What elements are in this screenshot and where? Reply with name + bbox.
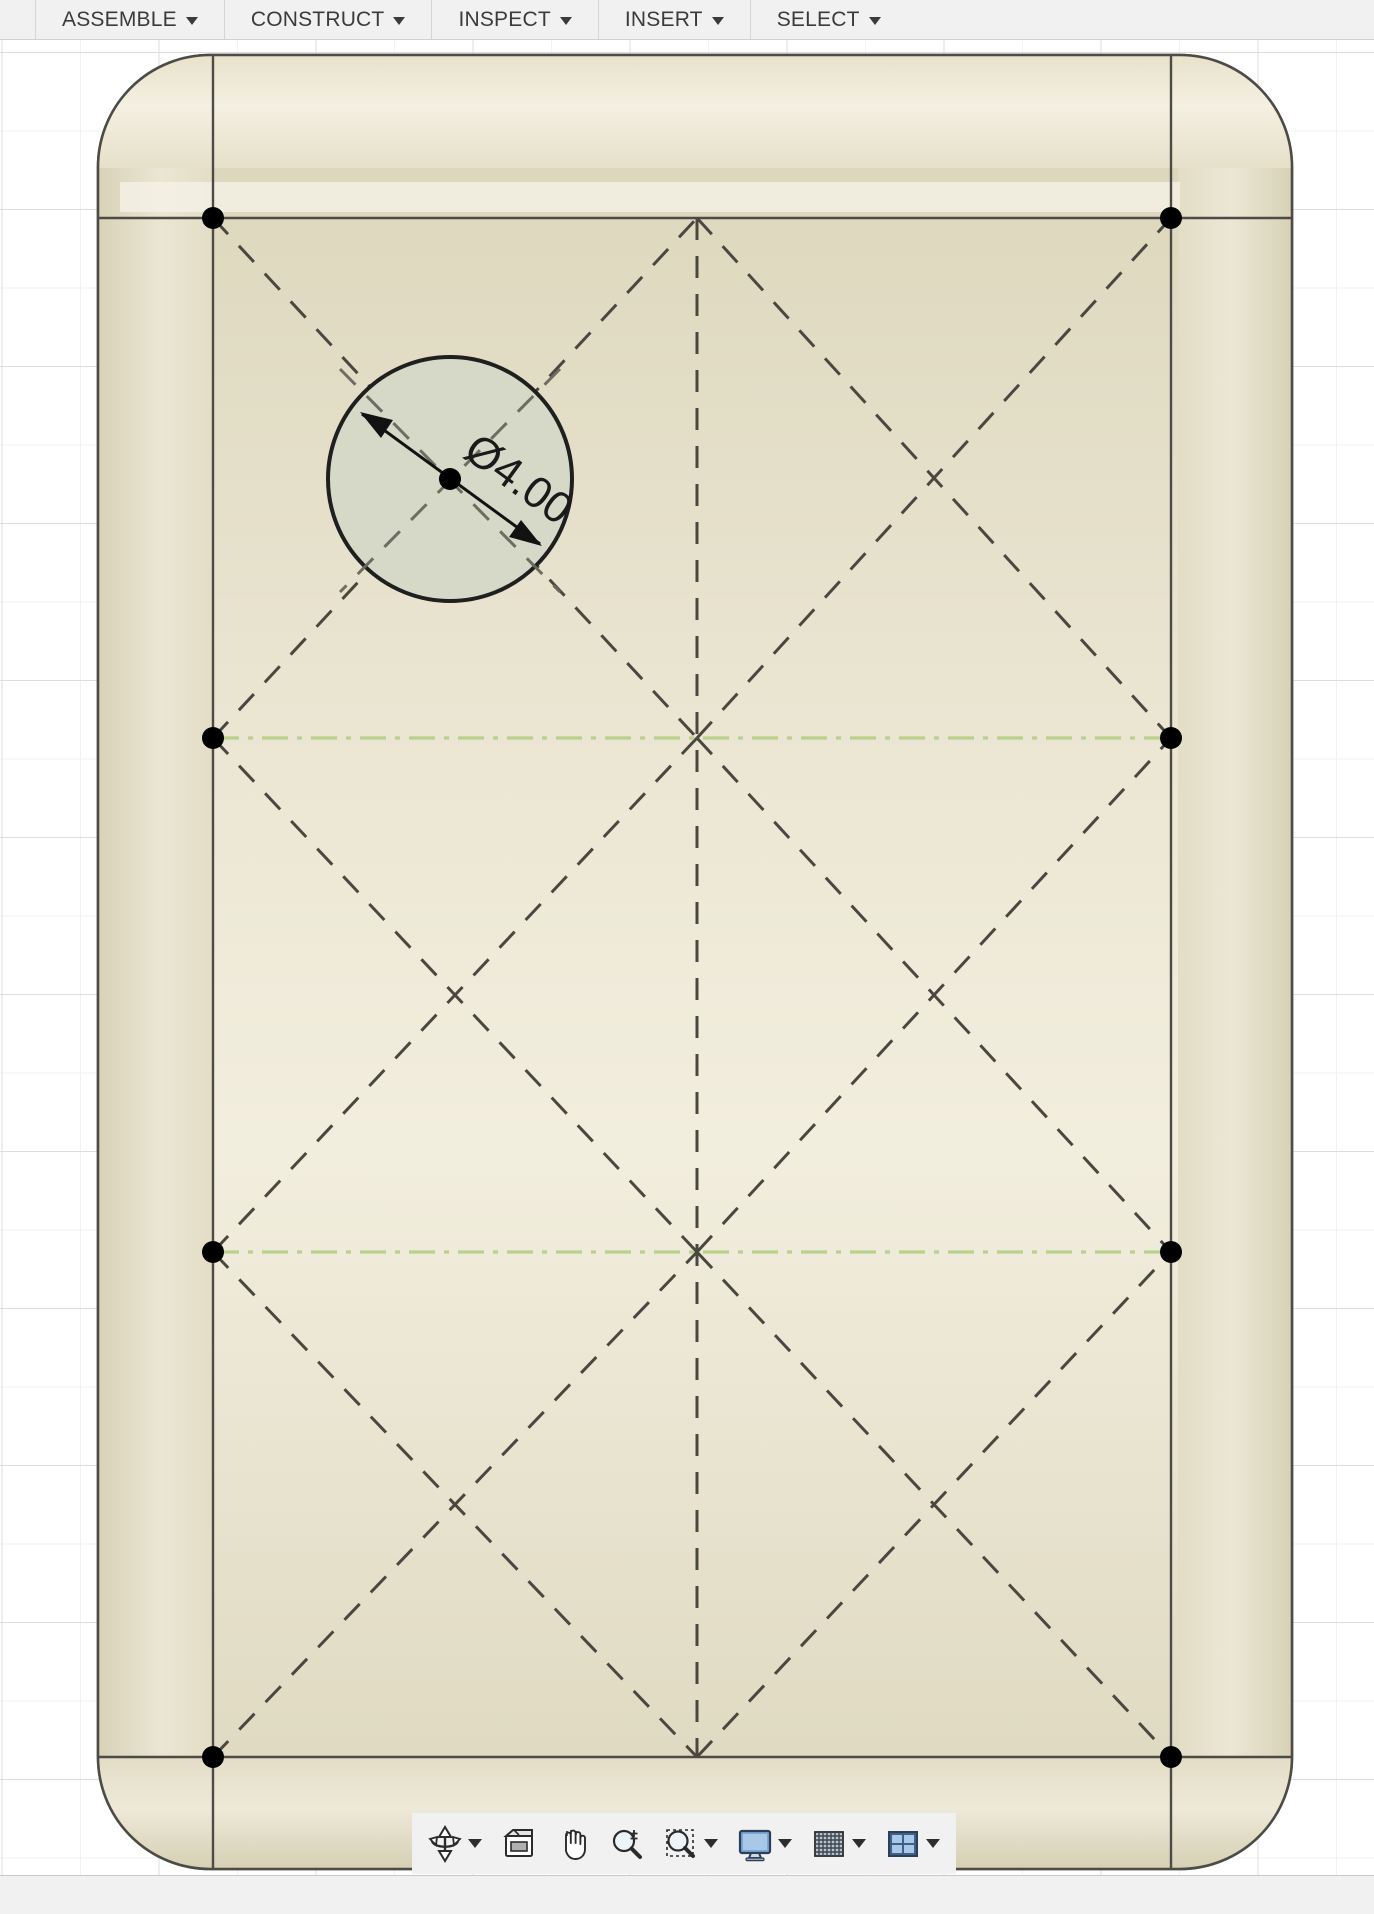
menu-item-label: CONSTRUCT bbox=[250, 7, 385, 31]
menu-item-label: ASSEMBLE bbox=[62, 7, 177, 31]
chevron-down-icon bbox=[185, 16, 198, 25]
display-settings-group bbox=[728, 1813, 802, 1874]
sketch-point[interactable] bbox=[202, 1241, 224, 1263]
menu-item-label: SELECT bbox=[776, 7, 860, 31]
zoom-window-group bbox=[654, 1813, 728, 1874]
viewports-dropdown-caret-icon[interactable] bbox=[926, 1839, 940, 1848]
body-top-face bbox=[98, 167, 1292, 1757]
main-menu-bar: ASSEMBLE CONSTRUCT INSPECT INSERT SELECT bbox=[0, 0, 1374, 40]
display-settings-dropdown-caret-icon[interactable] bbox=[778, 1839, 792, 1848]
menu-item-inspect[interactable]: INSPECT bbox=[431, 0, 597, 39]
grid-snaps-dropdown-caret-icon[interactable] bbox=[852, 1839, 866, 1848]
body-top-rim bbox=[98, 55, 1292, 168]
sketch-point[interactable] bbox=[1160, 1746, 1182, 1768]
grid-snaps-glyph bbox=[814, 1830, 844, 1857]
look-at-glyph bbox=[503, 1828, 533, 1857]
chevron-down-icon bbox=[711, 16, 724, 25]
cad-application-window: ASSEMBLE CONSTRUCT INSPECT INSERT SELECT bbox=[0, 0, 1374, 1914]
sketch-point[interactable] bbox=[202, 1746, 224, 1768]
viewports-glyph bbox=[888, 1830, 918, 1857]
model-geometry: Ø4.00 bbox=[96, 53, 1294, 1871]
zoom-group bbox=[600, 1813, 654, 1874]
look-at-icon[interactable] bbox=[497, 1821, 541, 1867]
menu-item-assemble[interactable]: ASSEMBLE bbox=[35, 0, 224, 39]
body-highlight-band bbox=[120, 182, 1180, 212]
body-right-rim bbox=[1178, 55, 1292, 1869]
navigation-toolbar bbox=[412, 1813, 956, 1874]
chevron-down-icon bbox=[559, 16, 572, 25]
orbit-glyph bbox=[428, 1824, 462, 1863]
sketch-point[interactable] bbox=[1160, 727, 1182, 749]
status-bar bbox=[0, 1875, 1374, 1914]
chevron-down-icon bbox=[393, 16, 406, 25]
viewports-group bbox=[876, 1813, 950, 1874]
sketch-point[interactable] bbox=[1160, 207, 1182, 229]
zoom-magnifier-icon[interactable] bbox=[605, 1821, 649, 1867]
zoom-window-dropdown-caret-icon[interactable] bbox=[704, 1839, 718, 1848]
grid-snaps-icon[interactable] bbox=[807, 1821, 851, 1867]
pan-hand-icon[interactable] bbox=[551, 1821, 595, 1867]
display-settings-icon[interactable] bbox=[733, 1821, 777, 1867]
grid-snaps-group bbox=[802, 1813, 876, 1874]
menu-item-select[interactable]: SELECT bbox=[749, 0, 907, 39]
model-canvas[interactable]: Ø4.00 bbox=[0, 39, 1374, 1875]
pan-hand-glyph bbox=[565, 1829, 586, 1860]
chevron-down-icon bbox=[868, 16, 881, 25]
zoom-window-glyph bbox=[666, 1828, 695, 1858]
part-body bbox=[96, 53, 1294, 1871]
menu-item-construct[interactable]: CONSTRUCT bbox=[223, 0, 432, 39]
display-settings-glyph bbox=[738, 1829, 772, 1861]
zoom-window-icon[interactable] bbox=[659, 1821, 703, 1867]
pan-group bbox=[546, 1813, 600, 1874]
sketch-point[interactable] bbox=[202, 207, 224, 229]
menu-item-label: INSPECT bbox=[458, 7, 551, 31]
hole-center-point[interactable] bbox=[439, 468, 461, 490]
orbit-group bbox=[418, 1813, 492, 1874]
look-at-group bbox=[492, 1813, 546, 1874]
menu-item-insert[interactable]: INSERT bbox=[597, 0, 750, 39]
zoom-magnifier-glyph bbox=[612, 1829, 642, 1859]
sketch-point[interactable] bbox=[1160, 1241, 1182, 1263]
sketch-point[interactable] bbox=[202, 727, 224, 749]
menu-left-spacer bbox=[0, 0, 35, 39]
body-left-rim bbox=[98, 55, 213, 1869]
orbit-dropdown-caret-icon[interactable] bbox=[468, 1839, 482, 1848]
menu-item-label: INSERT bbox=[624, 7, 703, 31]
viewports-icon[interactable] bbox=[881, 1821, 925, 1867]
orbit-icon[interactable] bbox=[423, 1821, 467, 1867]
